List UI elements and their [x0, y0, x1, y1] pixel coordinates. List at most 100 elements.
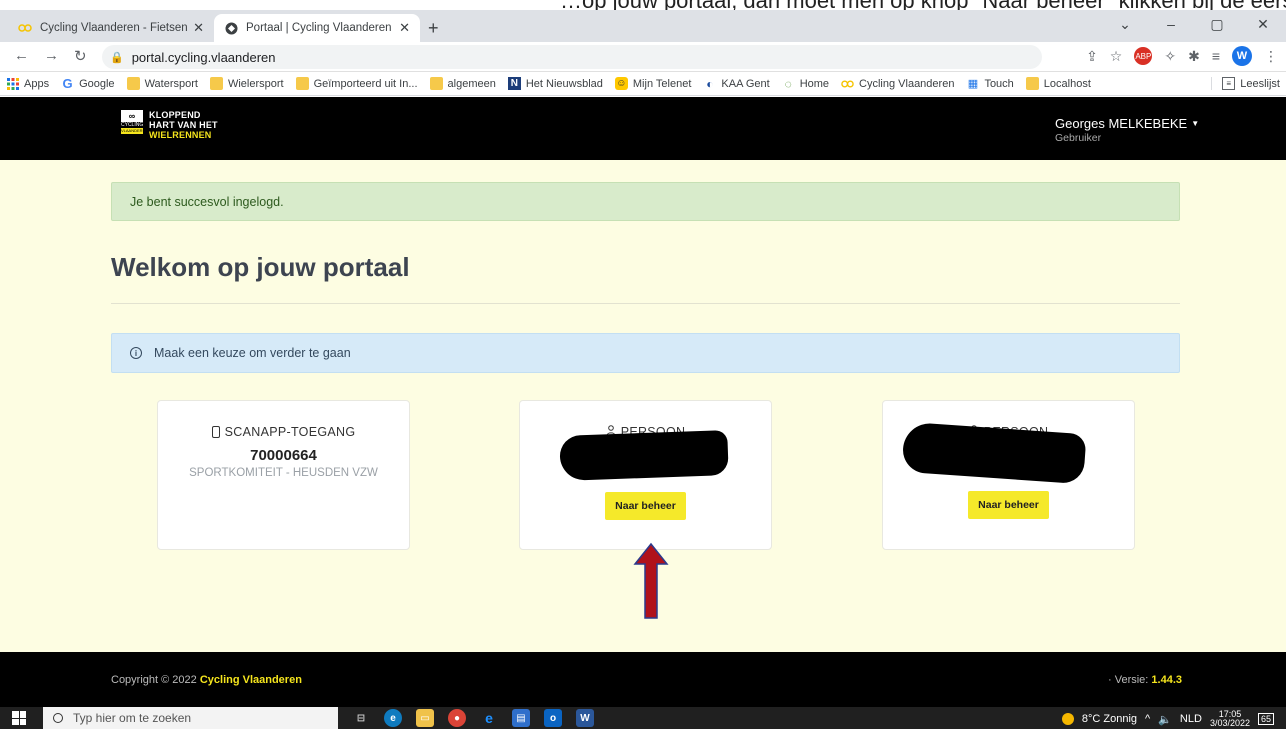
- url-input[interactable]: 🔒 portal.cycling.vlaanderen: [102, 45, 1042, 69]
- new-tab-button[interactable]: +: [428, 18, 439, 39]
- tab-cycling-vlaanderen-fietsen[interactable]: Cycling Vlaanderen - Fietsen voor ✕: [8, 14, 214, 42]
- user-name: Georges MELKEBEKE: [1055, 116, 1188, 131]
- naar-beheer-button[interactable]: Naar beheer: [605, 492, 686, 520]
- word-icon[interactable]: W: [576, 709, 594, 727]
- adblock-extension-icon[interactable]: ABP: [1134, 47, 1153, 65]
- bookmark-het-nieuwsblad[interactable]: N Het Nieuwsblad: [507, 77, 603, 90]
- bookmark-label: Apps: [24, 77, 50, 90]
- cycling-favicon-icon: [18, 21, 32, 35]
- globe-favicon-icon: [224, 21, 238, 35]
- puzzle-icon[interactable]: ✱: [1188, 48, 1200, 65]
- bookmark-label: Watersport: [144, 77, 198, 90]
- bookmark-cycling-vlaanderen[interactable]: Cycling Vlaanderen: [841, 77, 954, 90]
- info-message: Maak een keuze om verder te gaan: [154, 346, 351, 360]
- back-arrow-icon[interactable]: ←: [14, 47, 29, 64]
- user-name-row: Georges MELKEBEKE ▼: [1055, 116, 1199, 131]
- bookmark-home[interactable]: ◌ Home: [782, 77, 829, 91]
- success-alert: Je bent succesvol ingelogd.: [111, 182, 1180, 221]
- outlook-icon[interactable]: o: [544, 709, 562, 727]
- cycling-icon: [841, 77, 854, 90]
- bookmark-mijn-telenet[interactable]: ☺ Mijn Telenet: [614, 77, 692, 90]
- tab-portaal-cycling-vlaanderen[interactable]: Portaal | Cycling Vlaanderen ✕: [214, 14, 420, 42]
- speaker-icon[interactable]: 🔈: [1158, 713, 1172, 726]
- close-window-button[interactable]: ✕: [1240, 10, 1286, 42]
- internet-explorer-icon[interactable]: e: [480, 709, 498, 727]
- folder-icon: [295, 77, 309, 90]
- weather-text[interactable]: 8°C Zonnig: [1082, 713, 1137, 725]
- user-menu[interactable]: Georges MELKEBEKE ▼ Gebruiker: [1055, 116, 1199, 144]
- tab-title: Portaal | Cycling Vlaanderen: [246, 22, 392, 34]
- taskbar-search-input[interactable]: Typ hier om te zoeken: [43, 707, 338, 729]
- minimize-button[interactable]: –: [1148, 10, 1194, 42]
- bookmark-label: Localhost: [1043, 77, 1091, 90]
- phone-icon: [211, 426, 220, 438]
- success-message: Je bent succesvol ingelogd.: [130, 194, 284, 209]
- card-type: SCANAPP-TOEGANG: [224, 425, 356, 439]
- naar-beheer-button[interactable]: Naar beheer: [968, 491, 1049, 519]
- clock[interactable]: 17:05 3/03/2022: [1210, 710, 1250, 728]
- folder-icon: [126, 77, 140, 90]
- toolbar-right: ⇪ ☆ ABP ✧ ✱ ≡ W ⋮: [1086, 46, 1278, 66]
- media-icon[interactable]: ≡: [1212, 48, 1220, 64]
- caret-down-icon: ▼: [1191, 119, 1200, 128]
- extension-icon[interactable]: ✧: [1164, 48, 1176, 65]
- share-icon[interactable]: ⇪: [1086, 48, 1098, 65]
- tab-close-icon[interactable]: ✕: [193, 20, 204, 36]
- bookmark-apps[interactable]: Apps: [6, 77, 49, 90]
- search-placeholder: Typ hier om te zoeken: [73, 711, 192, 725]
- bookmark-geimporteerd[interactable]: Geïmporteerd uit In...: [295, 77, 418, 90]
- version-number: 1.44.3: [1151, 674, 1182, 686]
- edge-icon[interactable]: e: [384, 709, 402, 727]
- bookmark-localhost[interactable]: Localhost: [1025, 77, 1091, 90]
- chevron-down-icon[interactable]: ⌄: [1102, 10, 1148, 42]
- bookmarks-bar: Apps G Google Watersport Wielersport Geï…: [0, 72, 1286, 96]
- star-icon[interactable]: ☆: [1110, 48, 1123, 65]
- page-title: Welkom op jouw portaal: [111, 252, 410, 282]
- tab-title: Cycling Vlaanderen - Fietsen voor: [40, 22, 188, 34]
- kebab-menu-icon[interactable]: ⋮: [1264, 48, 1278, 65]
- bookmark-kaa-gent[interactable]: ◐ KAA Gent: [703, 77, 770, 91]
- bookmark-touch[interactable]: ▦ Touch: [966, 77, 1014, 91]
- bookmark-wielersport[interactable]: Wielersport: [209, 77, 284, 90]
- restore-button[interactable]: ▢: [1194, 10, 1240, 42]
- windows-start-icon[interactable]: [12, 711, 26, 725]
- reading-list-icon: ≡: [1222, 77, 1236, 90]
- bookmark-google[interactable]: G Google: [61, 76, 115, 91]
- reading-list-button[interactable]: ≡ Leeslijst: [1211, 77, 1280, 90]
- weather-sun-icon: [1061, 713, 1074, 725]
- task-view-icon[interactable]: ⊟: [352, 709, 370, 727]
- folder-icon: [429, 77, 443, 90]
- language-indicator[interactable]: NLD: [1180, 713, 1202, 725]
- notification-count: 65: [1260, 714, 1271, 724]
- touch-icon: ▦: [967, 78, 979, 90]
- logo-line-3: WIELRENNEN: [149, 130, 212, 140]
- profile-avatar[interactable]: W: [1232, 46, 1252, 66]
- tab-close-icon[interactable]: ✕: [399, 20, 410, 36]
- window-controls: ⌄ – ▢ ✕: [1102, 10, 1286, 42]
- user-role: Gebruiker: [1055, 132, 1102, 144]
- bookmark-label: KAA Gent: [721, 77, 770, 90]
- file-explorer-icon[interactable]: ▭: [416, 709, 434, 727]
- reload-icon[interactable]: ↻: [74, 47, 87, 65]
- bookmark-algemeen[interactable]: algemeen: [429, 77, 496, 90]
- notification-center-icon[interactable]: 65: [1257, 713, 1274, 725]
- logo-badge: ∞ CYCLING VLAANDEREN: [121, 110, 148, 134]
- google-icon: G: [62, 76, 73, 91]
- address-bar: ← → ↻ 🔒 portal.cycling.vlaanderen ⇪ ☆ AB…: [0, 42, 1286, 72]
- copyright-prefix: Copyright © 2022: [111, 674, 200, 686]
- version-info: · Versie: 1.44.3: [1108, 674, 1182, 686]
- chrome-icon[interactable]: ●: [448, 709, 466, 727]
- copyright-brand-link[interactable]: Cycling Vlaanderen: [200, 674, 302, 686]
- bookmark-label: Mijn Telenet: [632, 77, 692, 90]
- site-logo[interactable]: ∞ CYCLING VLAANDEREN KLOPPEND HART VAN H…: [121, 110, 218, 140]
- bookmark-watersport[interactable]: Watersport: [126, 77, 198, 90]
- forward-arrow-icon[interactable]: →: [44, 47, 59, 64]
- logo-badge-symbol: ∞: [121, 110, 143, 122]
- store-icon[interactable]: ▤: [512, 709, 530, 727]
- info-icon: i: [130, 347, 142, 359]
- version-prefix: · Versie:: [1108, 674, 1152, 686]
- info-alert: i Maak een keuze om verder te gaan: [111, 333, 1180, 373]
- chevron-up-icon[interactable]: ^: [1145, 713, 1150, 725]
- bookmark-label: Google: [79, 77, 115, 90]
- card-scanapp-toegang[interactable]: SCANAPP-TOEGANG 70000664 SPORTKOMITEIT -…: [157, 400, 410, 550]
